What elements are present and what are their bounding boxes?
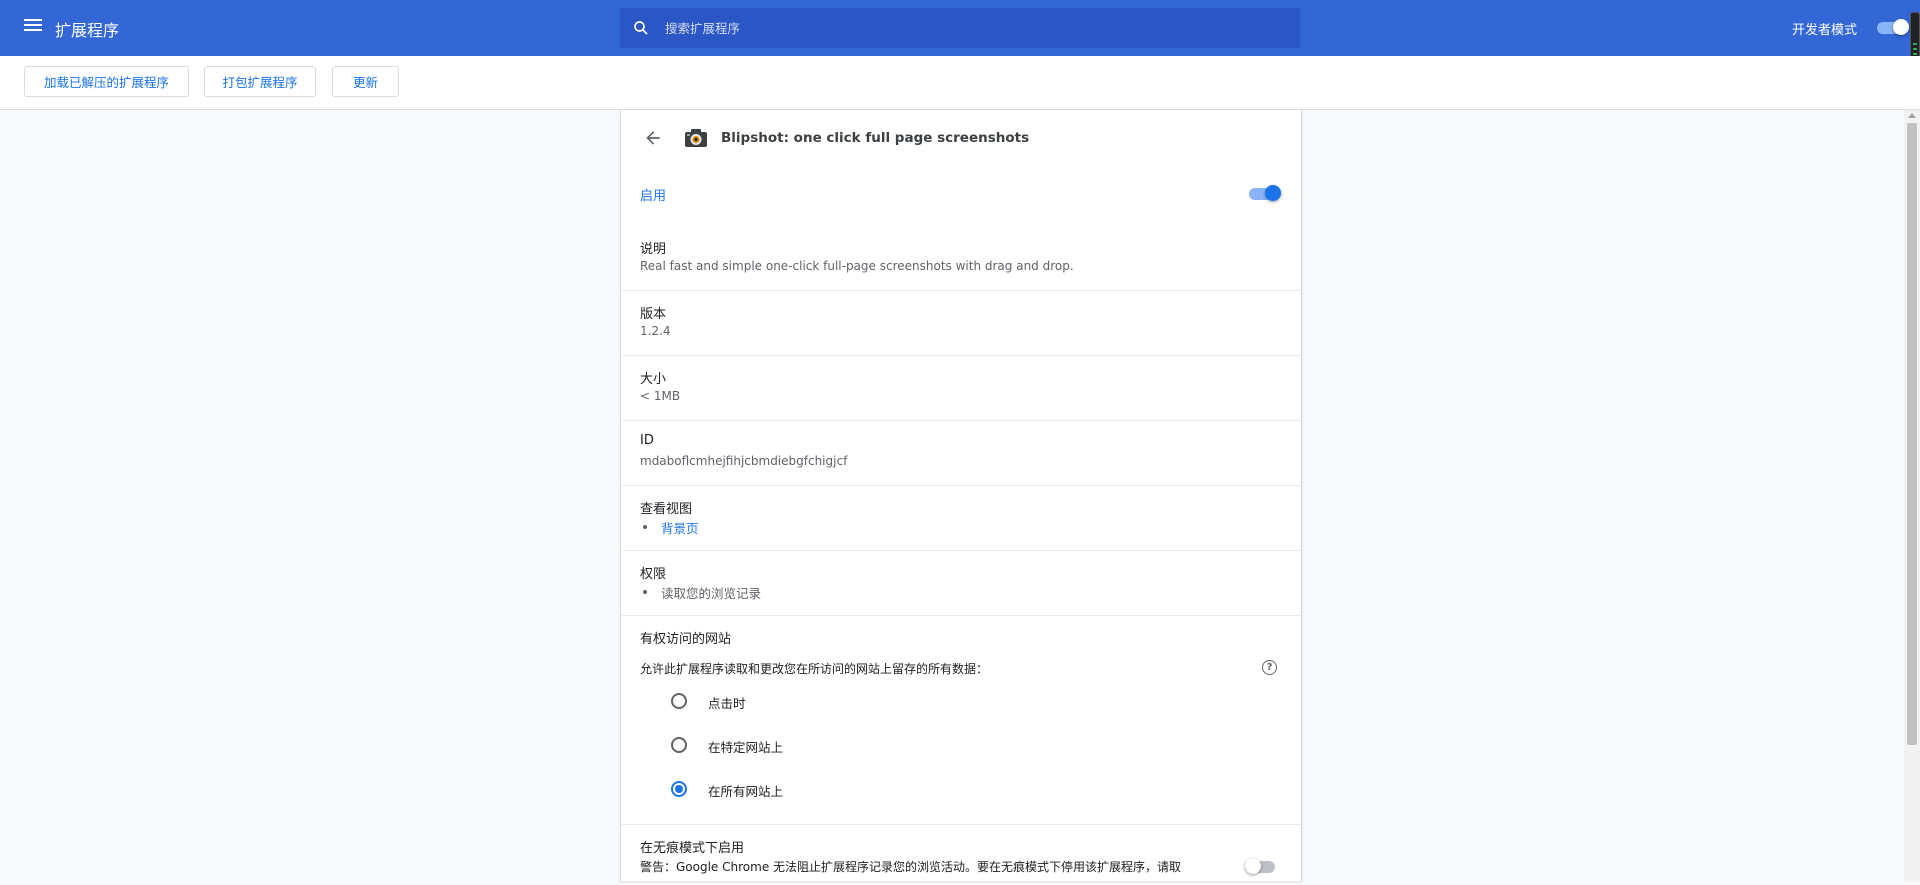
size-row: [621, 355, 1301, 421]
pack-extension-button[interactable]: 打包扩展程序: [204, 66, 316, 97]
camera-icon: [685, 129, 707, 147]
extension-name: Blipshot: one click full page screenshot…: [721, 130, 1030, 146]
scroll-up-arrow[interactable]: [1908, 113, 1916, 118]
incognito-label: 在无痕模式下启用: [640, 841, 745, 856]
search-input[interactable]: [665, 8, 1285, 48]
bullet: [643, 590, 647, 594]
radio-specific-sites[interactable]: [671, 737, 687, 753]
page-scrollbar[interactable]: [1904, 110, 1920, 881]
enable-label: 启用: [640, 189, 667, 204]
version-value: 1.2.4: [640, 324, 671, 338]
page-title: 扩展程序: [55, 21, 120, 40]
background-page-link[interactable]: 背景页: [661, 518, 699, 537]
permission-item: 读取您的浏览记录: [661, 586, 762, 601]
id-label: ID: [640, 433, 654, 448]
search-box[interactable]: [620, 8, 1300, 48]
scroll-thumb[interactable]: [1907, 123, 1917, 745]
extension-detail-card: Blipshot: one click full page screenshot…: [620, 110, 1302, 881]
site-access-row: [621, 615, 1301, 836]
help-icon[interactable]: ?: [1262, 660, 1277, 675]
search-icon: [634, 21, 648, 35]
version-row: [621, 290, 1301, 356]
id-row: [621, 420, 1301, 486]
hamburger-menu-icon[interactable]: [24, 18, 42, 32]
toolbar: 加载已解压的扩展程序 打包扩展程序 更新: [0, 56, 1920, 110]
radio-on-click[interactable]: [671, 693, 687, 709]
top-bar: 扩展程序 开发者模式: [0, 0, 1920, 74]
size-label: 大小: [640, 372, 667, 387]
radio-all-sites[interactable]: [671, 781, 687, 797]
site-access-label: 有权访问的网站: [640, 632, 732, 647]
incognito-toggle[interactable]: [1245, 858, 1277, 874]
views-label: 查看视图: [640, 502, 693, 517]
incognito-warning: 警告：Google Chrome 无法阻止扩展程序记录您的浏览活动。要在无痕模式…: [640, 860, 1182, 874]
description-value: Real fast and simple one-click full-page…: [640, 259, 1074, 273]
description-label: 说明: [640, 242, 667, 257]
back-arrow-icon[interactable]: [643, 128, 663, 148]
site-access-description: 允许此扩展程序读取和更改您在所访问的网站上留存的所有数据：: [640, 662, 989, 676]
version-label: 版本: [640, 307, 667, 322]
dev-mode-toggle[interactable]: [1877, 19, 1909, 35]
views-row: [621, 485, 1301, 551]
dev-mode-label: 开发者模式: [1792, 23, 1858, 38]
enable-toggle[interactable]: [1249, 185, 1281, 201]
size-value: < 1MB: [640, 389, 681, 403]
bullet: [643, 525, 647, 529]
radio-label-specific-sites: 在特定网站上: [708, 740, 784, 755]
radio-label-all-sites: 在所有网站上: [708, 784, 784, 799]
radio-label-on-click: 点击时: [708, 696, 746, 711]
permissions-label: 权限: [640, 567, 667, 582]
load-unpacked-button[interactable]: 加载已解压的扩展程序: [24, 66, 189, 97]
update-button[interactable]: 更新: [332, 66, 399, 97]
id-value: mdaboflcmhejfihjcbmdiebgfchigjcf: [640, 454, 848, 468]
